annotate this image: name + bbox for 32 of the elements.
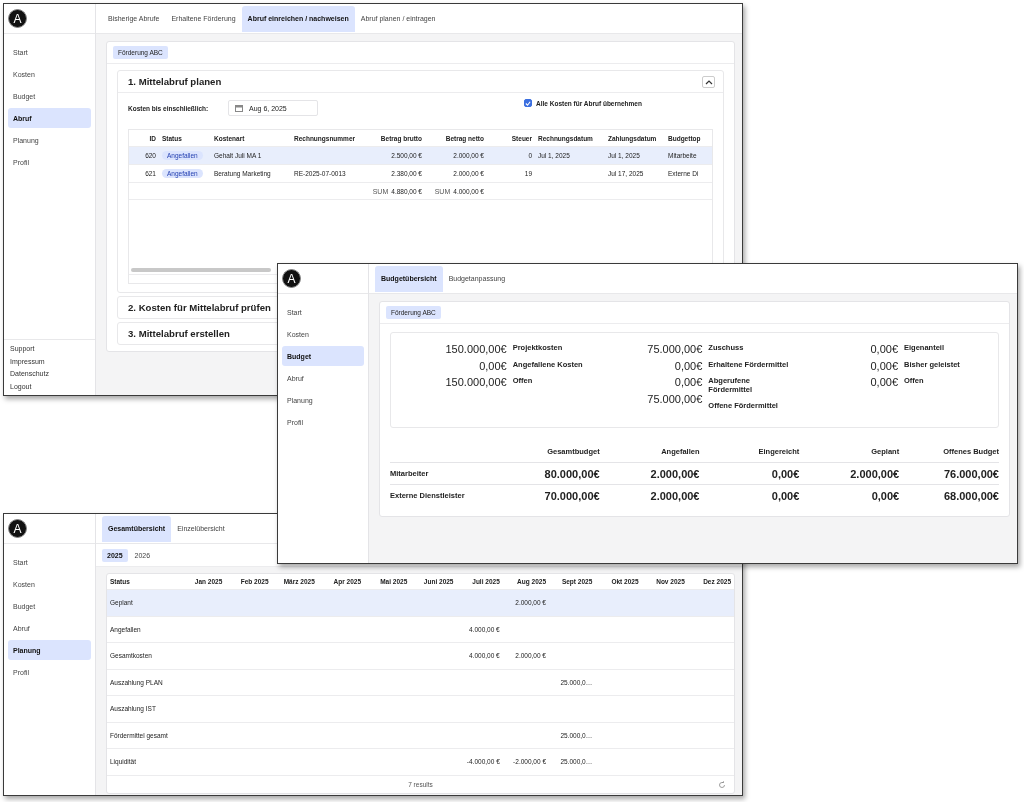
step-title[interactable]: 2. Kosten für Mittelabruf prüfen	[128, 302, 271, 313]
amount: 0,00€	[870, 342, 898, 357]
amount: 150.000,00€	[445, 375, 507, 390]
table-cell: 2.000,00€	[650, 489, 700, 502]
table-cell: 0,00€	[871, 489, 900, 502]
table-cell: 0,00€	[771, 489, 800, 502]
refresh-icon[interactable]	[718, 780, 726, 789]
app-logo: A	[8, 9, 27, 28]
step-title[interactable]: 3. Mittelabruf erstellen	[128, 328, 230, 339]
table-cell: 2.000,00€	[850, 467, 900, 480]
amount: 75.000,00€	[647, 342, 703, 357]
amount: 150.000,00€	[445, 342, 507, 357]
table-cell: 76.000,00€	[943, 467, 999, 480]
chevron-icon	[704, 78, 713, 85]
amount: 0,00€	[870, 375, 898, 390]
step-title[interactable]: 1. Mittelabruf planen	[128, 76, 222, 87]
amount: 0,00€	[479, 358, 507, 374]
checkbox[interactable]	[524, 99, 532, 107]
table-cell: 2.000,00€	[650, 467, 700, 480]
app-logo: A	[8, 519, 27, 538]
amount: 0,00€	[870, 358, 898, 374]
chevron-button[interactable]	[702, 75, 715, 88]
scrollbar[interactable]	[131, 268, 271, 272]
amount: 0,00€	[674, 375, 703, 390]
table-cell: 68.000,00€	[943, 489, 999, 502]
amount: 0,00€	[674, 358, 703, 374]
table-cell: 70.000,00€	[544, 489, 600, 502]
calendar-icon	[235, 104, 243, 112]
app-logo: A	[282, 269, 301, 288]
amount: 75.000,00€	[647, 391, 703, 407]
table-cell: 0,00€	[771, 467, 800, 480]
table-cell: 80.000,00€	[544, 467, 600, 480]
